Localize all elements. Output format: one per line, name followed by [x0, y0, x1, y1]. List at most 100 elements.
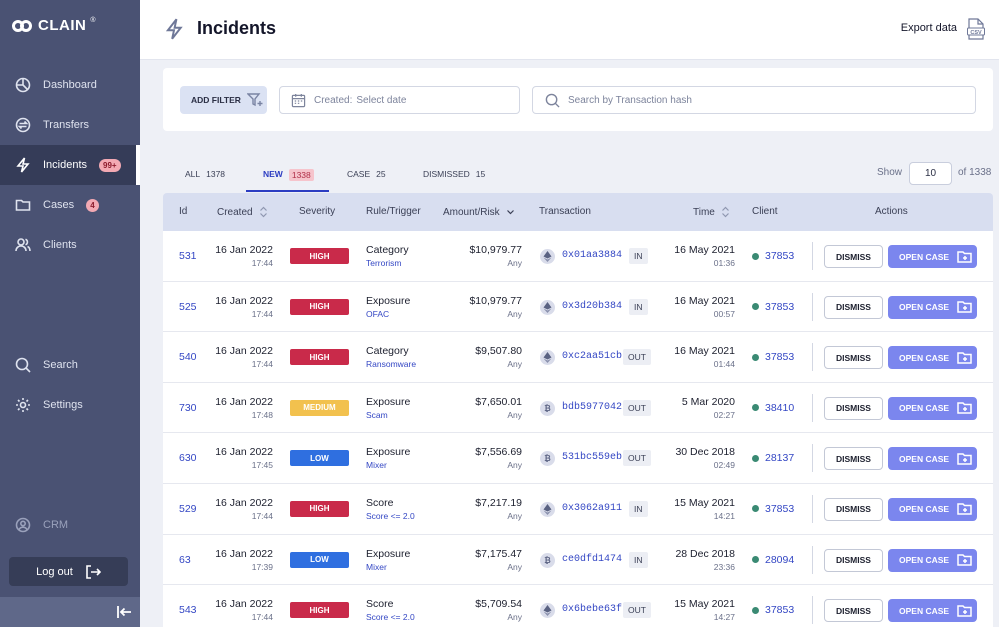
- dismiss-button[interactable]: DISMISS: [824, 295, 883, 319]
- transaction-hash-link[interactable]: 0xc2aa51cb: [562, 351, 622, 362]
- tab-dismissed[interactable]: DISMISSED 15: [423, 160, 485, 192]
- open-case-button[interactable]: OPEN CASE: [888, 295, 977, 319]
- client-link[interactable]: 28094: [752, 554, 794, 566]
- sidebar-item-cases[interactable]: Cases 4: [0, 185, 136, 225]
- transaction-search-input[interactable]: [568, 94, 968, 106]
- tab-count: 1378: [206, 169, 226, 179]
- sidebar-item-settings[interactable]: Settings: [0, 385, 136, 425]
- rule-name: Exposure: [366, 547, 411, 560]
- client-link[interactable]: 37853: [752, 301, 794, 313]
- dismiss-button[interactable]: DISMISS: [824, 346, 883, 370]
- table-row[interactable]: 525 16 Jan 2022 17:44 HIGH Exposure OFAC…: [163, 282, 993, 333]
- sidebar-item-dashboard[interactable]: Dashboard: [0, 65, 136, 105]
- column-severity[interactable]: Severity: [299, 206, 335, 217]
- table-row[interactable]: 531 16 Jan 2022 17:44 HIGH Category Terr…: [163, 231, 993, 282]
- incident-id-link[interactable]: 525: [179, 301, 197, 313]
- table-row[interactable]: 543 16 Jan 2022 17:44 HIGH Score Score <…: [163, 585, 993, 627]
- open-case-button[interactable]: OPEN CASE: [888, 245, 977, 268]
- rule-cell: Category Terrorism: [366, 244, 409, 268]
- page-header: Incidents Export data CSV: [140, 0, 999, 60]
- client-id: 38410: [765, 401, 795, 414]
- open-case-button[interactable]: OPEN CASE: [888, 396, 977, 420]
- add-filter-button[interactable]: ADD FILTER: [180, 86, 267, 114]
- table-row[interactable]: 730 16 Jan 2022 17:48 MEDIUM Exposure Sc…: [163, 383, 993, 434]
- transaction-hash-link[interactable]: 0x6bebe63f: [562, 604, 622, 615]
- open-case-button[interactable]: OPEN CASE: [888, 447, 977, 471]
- column-actions: Actions: [875, 206, 908, 217]
- client-link[interactable]: 37853: [752, 351, 794, 363]
- transaction-time-cell: 16 May 2021 01:44: [663, 345, 735, 369]
- tab-new[interactable]: NEW 1338: [246, 160, 329, 192]
- sidebar-item-transfers[interactable]: Transfers: [0, 105, 136, 145]
- sidebar-item-label: Clients: [43, 239, 77, 251]
- direction-badge: OUT: [623, 450, 651, 467]
- bitcoin-icon: ₿: [540, 400, 555, 416]
- open-case-button[interactable]: OPEN CASE: [888, 497, 977, 521]
- column-transaction[interactable]: Transaction: [539, 206, 591, 217]
- open-case-button[interactable]: OPEN CASE: [888, 548, 977, 572]
- sidebar-item-clients[interactable]: Clients: [0, 225, 136, 265]
- created-time: 17:45: [251, 460, 273, 471]
- table-row[interactable]: 630 16 Jan 2022 17:45 LOW Exposure Mixer…: [163, 433, 993, 484]
- column-created[interactable]: Created: [217, 206, 268, 218]
- client-link[interactable]: 37853: [752, 503, 794, 515]
- column-rule-trigger[interactable]: Rule/Trigger: [366, 206, 421, 217]
- transaction-hash-link[interactable]: ce0dfd1474: [562, 554, 622, 565]
- incident-id-link[interactable]: 543: [179, 604, 197, 616]
- client-link[interactable]: 28137: [752, 452, 794, 464]
- client-link[interactable]: 37853: [752, 604, 794, 616]
- transaction-hash-link[interactable]: 0x3062a911: [562, 503, 622, 514]
- incident-id-link[interactable]: 63: [179, 554, 191, 566]
- tab-case[interactable]: CASE 25: [347, 160, 386, 192]
- transaction-hash-link[interactable]: 0x3d20b384: [562, 301, 622, 312]
- open-case-button[interactable]: OPEN CASE: [888, 346, 977, 370]
- transaction-hash-link[interactable]: bdb5977042: [562, 402, 622, 413]
- created-cell: 16 Jan 2022 17:44: [215, 244, 273, 268]
- incident-id-link[interactable]: 531: [179, 250, 197, 262]
- export-data-link[interactable]: Export data: [901, 22, 957, 34]
- table-row[interactable]: 529 16 Jan 2022 17:44 HIGH Score Score <…: [163, 484, 993, 535]
- transaction-hash-link[interactable]: 531bc559eb: [562, 452, 622, 463]
- client-link[interactable]: 38410: [752, 402, 794, 414]
- sidebar-item-incidents[interactable]: Incidents 99+: [0, 145, 140, 185]
- column-client[interactable]: Client: [752, 206, 778, 217]
- dismiss-button[interactable]: DISMISS: [824, 447, 883, 471]
- users-icon: [15, 238, 31, 252]
- transaction-time-cell: 16 May 2021 01:36: [663, 244, 735, 268]
- column-id[interactable]: Id: [179, 206, 187, 217]
- created-label: Created:: [314, 94, 353, 106]
- dismiss-button[interactable]: DISMISS: [824, 599, 883, 623]
- dismiss-button[interactable]: DISMISS: [824, 396, 883, 420]
- transaction-search[interactable]: [532, 86, 976, 114]
- dismiss-button[interactable]: DISMISS: [824, 245, 883, 268]
- table-row[interactable]: 540 16 Jan 2022 17:44 HIGH Category Rans…: [163, 332, 993, 383]
- csv-icon[interactable]: CSV: [967, 18, 985, 40]
- column-time[interactable]: Time: [693, 206, 730, 218]
- incident-id-link[interactable]: 540: [179, 351, 197, 363]
- logout-button[interactable]: Log out: [9, 557, 128, 586]
- tab-all[interactable]: ALL 1378: [185, 160, 225, 192]
- page-size-select[interactable]: 10: [909, 162, 952, 185]
- open-case-label: OPEN CASE: [899, 302, 950, 313]
- created-date-field[interactable]: Created: Select date: [279, 86, 520, 114]
- table-row[interactable]: 63 16 Jan 2022 17:39 LOW Exposure Mixer …: [163, 535, 993, 586]
- rule-name: Exposure: [366, 395, 411, 408]
- column-amount-risk[interactable]: Amount/Risk: [443, 206, 515, 218]
- sidebar-item-search[interactable]: Search: [0, 345, 136, 385]
- sidebar-item-crm[interactable]: CRM: [0, 505, 136, 545]
- sidebar-collapse-bar[interactable]: [0, 597, 140, 627]
- open-case-button[interactable]: OPEN CASE: [888, 599, 977, 623]
- transaction-hash-link[interactable]: 0x01aa3884: [562, 250, 622, 261]
- trigger-name: OFAC: [366, 308, 390, 319]
- filter-add-icon: [246, 93, 263, 107]
- show-label: Show: [877, 167, 903, 178]
- incident-id-link[interactable]: 630: [179, 452, 197, 464]
- incident-id-link[interactable]: 730: [179, 402, 197, 414]
- logo[interactable]: CLAIN ®: [12, 17, 96, 34]
- client-link[interactable]: 37853: [752, 250, 794, 262]
- incidents-table-body: 531 16 Jan 2022 17:44 HIGH Category Terr…: [163, 231, 993, 627]
- dismiss-button[interactable]: DISMISS: [824, 497, 883, 521]
- incident-id-link[interactable]: 529: [179, 503, 197, 515]
- dismiss-button[interactable]: DISMISS: [824, 548, 883, 572]
- risk-value: Any: [507, 308, 522, 319]
